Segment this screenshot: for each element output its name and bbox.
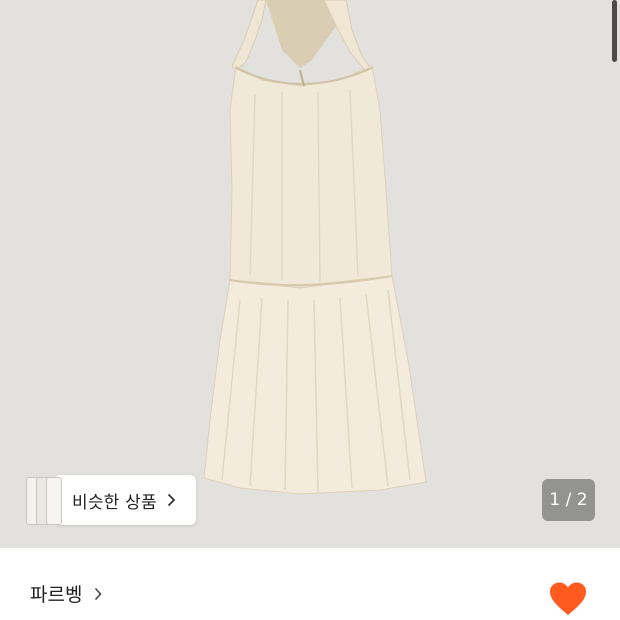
chevron-right-icon (95, 587, 103, 600)
similar-products-button[interactable]: 비슷한 상품 (24, 475, 196, 525)
like-button[interactable] (546, 578, 590, 620)
heart-icon (550, 582, 586, 615)
product-image-gallery[interactable]: 비슷한 상품 1 / 2 (0, 0, 620, 548)
brand-name: 파르벵 (30, 584, 83, 606)
scrollbar[interactable] (612, 0, 617, 62)
product-image[interactable] (0, 0, 620, 548)
image-page-counter: 1 / 2 (542, 479, 595, 521)
brand-link[interactable]: 파르벵 (30, 580, 103, 607)
similar-products-thumbnails (24, 475, 62, 525)
similar-products-label: 비슷한 상품 (72, 492, 157, 513)
chevron-right-icon (167, 493, 176, 507)
page-counter-text: 1 / 2 (549, 490, 588, 510)
